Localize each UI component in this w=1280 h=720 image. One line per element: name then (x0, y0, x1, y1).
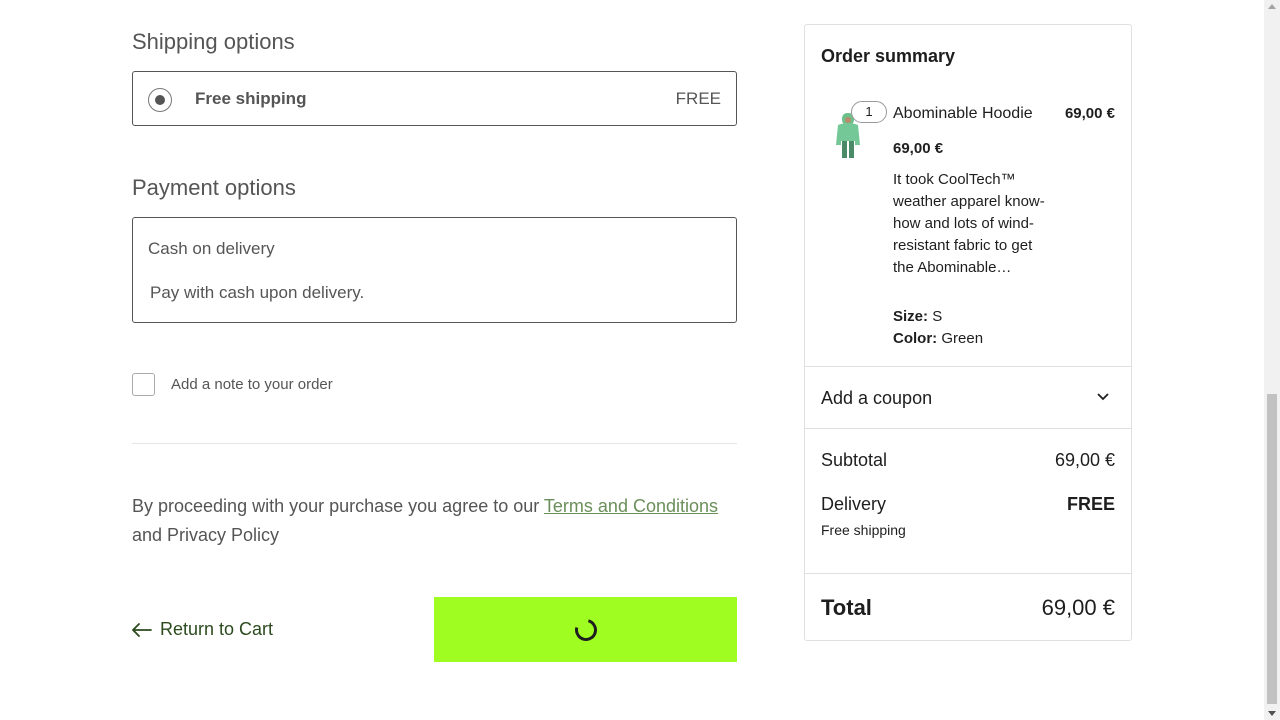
item-color-value: Green (941, 330, 984, 347)
delivery-value: FREE (1066, 494, 1115, 514)
order-summary-title: Order summary (821, 46, 956, 66)
terms-notice: By proceeding with your purchase you agr… (132, 492, 742, 550)
radio-selected-dot (155, 95, 165, 105)
payment-options-title: Payment options (132, 175, 296, 200)
item-color-label: Color: (893, 330, 938, 347)
order-note-checkbox[interactable] (132, 373, 155, 396)
subtotal-value: 69,00 € (1054, 450, 1115, 470)
item-unit-price: 69,00 € (893, 140, 944, 157)
terms-suffix: and Privacy Policy (132, 525, 280, 545)
shipping-option-free[interactable]: Free shipping FREE (132, 71, 737, 126)
terms-link[interactable]: Terms and Conditions (544, 496, 718, 516)
place-order-button[interactable] (434, 597, 737, 662)
add-coupon-label: Add a coupon (821, 388, 933, 408)
return-to-cart-label: Return to Cart (160, 619, 274, 639)
item-color: Color: Green (893, 330, 983, 347)
scrollbar-thumb[interactable] (1267, 394, 1277, 704)
arrow-left-icon (132, 622, 152, 637)
payment-method-description: Pay with cash upon delivery. (150, 283, 365, 302)
payment-method-label: Cash on delivery (148, 239, 275, 258)
summary-divider (805, 428, 1131, 429)
payment-option-cod[interactable]: Cash on delivery Pay with cash upon deli… (132, 217, 737, 323)
scroll-up-arrow-icon[interactable] (1268, 4, 1276, 9)
order-summary: Order summary 1 Abominable Hoodie 69,00 … (804, 24, 1132, 641)
shipping-option-price: FREE (675, 89, 721, 108)
subtotal-label: Subtotal (821, 450, 888, 470)
add-coupon-toggle[interactable]: Add a coupon (805, 367, 1131, 428)
return-to-cart-link[interactable]: Return to Cart (132, 619, 273, 640)
shipping-radio[interactable] (148, 88, 172, 112)
delivery-label: Delivery (821, 494, 887, 514)
total-label: Total (821, 595, 872, 620)
page-scrollbar[interactable] (1264, 0, 1280, 720)
spinner-icon (570, 614, 601, 645)
item-quantity-badge: 1 (851, 101, 887, 123)
divider (132, 443, 737, 444)
shipping-options-title: Shipping options (132, 29, 295, 54)
item-name: Abominable Hoodie (893, 105, 1033, 122)
item-line-price: 69,00 € (1064, 105, 1115, 122)
item-size-value: S (932, 308, 943, 325)
item-size: Size: S (893, 308, 942, 325)
summary-divider (805, 573, 1131, 574)
delivery-method: Free shipping (821, 522, 906, 538)
item-description: It took CoolTech™ weather apparel know-h… (893, 171, 1045, 276)
scroll-down-arrow-icon[interactable] (1268, 711, 1276, 716)
chevron-down-icon (1097, 393, 1109, 401)
shipping-option-label: Free shipping (195, 89, 307, 108)
order-note-label[interactable]: Add a note to your order (171, 376, 333, 393)
total-value: 69,00 € (1041, 595, 1115, 620)
item-size-label: Size: (893, 308, 929, 325)
terms-prefix: By proceeding with your purchase you agr… (132, 496, 544, 516)
